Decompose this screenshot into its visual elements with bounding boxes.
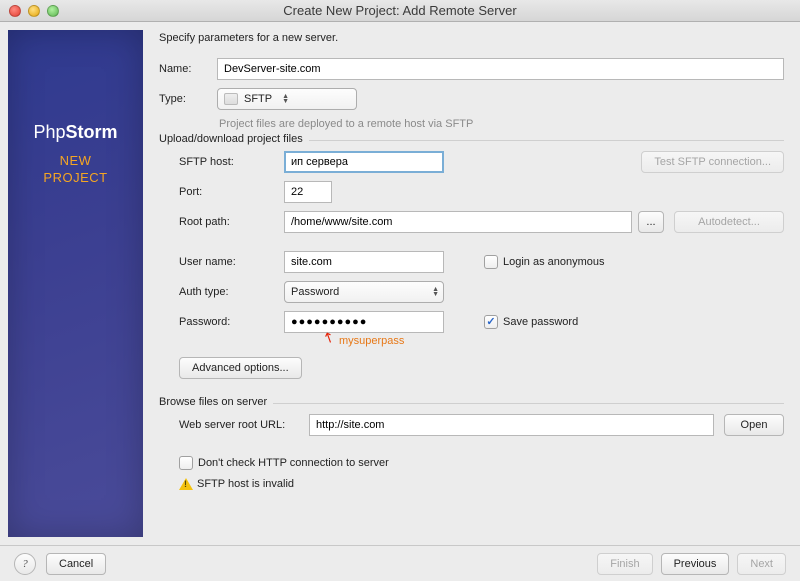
minimize-window-button[interactable] bbox=[28, 5, 40, 17]
sftp-host-label: SFTP host: bbox=[179, 156, 284, 168]
dialog-footer: ? Cancel Finish Previous Next bbox=[0, 545, 800, 581]
intro-text: Specify parameters for a new server. bbox=[159, 32, 784, 44]
dont-check-http-label: Don't check HTTP connection to server bbox=[198, 457, 389, 469]
login-anonymous-label: Login as anonymous bbox=[503, 256, 605, 268]
web-root-label: Web server root URL: bbox=[179, 419, 309, 431]
upload-section-label: Upload/download project files bbox=[159, 133, 309, 145]
type-label: Type: bbox=[159, 93, 217, 105]
wizard-step-title: NEW PROJECT bbox=[43, 153, 107, 187]
web-root-input[interactable] bbox=[309, 414, 714, 436]
type-select[interactable]: SFTP ▲▼ bbox=[217, 88, 357, 110]
wizard-sidebar: PhpStorm NEW PROJECT bbox=[8, 30, 143, 537]
type-select-value: SFTP bbox=[244, 93, 272, 105]
save-password-checkbox[interactable] bbox=[484, 315, 498, 329]
auth-type-select-value: Password bbox=[291, 286, 339, 298]
name-label: Name: bbox=[159, 63, 217, 75]
save-password-label: Save password bbox=[503, 316, 578, 328]
password-input[interactable] bbox=[284, 311, 444, 333]
help-button[interactable]: ? bbox=[14, 553, 36, 575]
port-label: Port: bbox=[179, 186, 284, 198]
advanced-options-button[interactable]: Advanced options... bbox=[179, 357, 302, 379]
test-connection-button[interactable]: Test SFTP connection... bbox=[641, 151, 784, 173]
upload-section: Upload/download project files SFTP host:… bbox=[159, 140, 784, 379]
next-button[interactable]: Next bbox=[737, 553, 786, 575]
browse-section: Browse files on server Web server root U… bbox=[159, 403, 784, 490]
root-path-input[interactable] bbox=[284, 211, 632, 233]
autodetect-button[interactable]: Autodetect... bbox=[674, 211, 784, 233]
open-button[interactable]: Open bbox=[724, 414, 784, 436]
name-input[interactable] bbox=[217, 58, 784, 80]
close-window-button[interactable] bbox=[9, 5, 21, 17]
phpstorm-logo: PhpStorm bbox=[33, 122, 117, 143]
auth-type-label: Auth type: bbox=[179, 286, 284, 298]
select-arrows-icon: ▲▼ bbox=[282, 94, 289, 104]
port-input[interactable] bbox=[284, 181, 332, 203]
titlebar: Create New Project: Add Remote Server bbox=[0, 0, 800, 22]
cancel-button[interactable]: Cancel bbox=[46, 553, 106, 575]
browse-section-label: Browse files on server bbox=[159, 396, 273, 408]
user-name-input[interactable] bbox=[284, 251, 444, 273]
traffic-lights bbox=[9, 5, 59, 17]
login-anonymous-checkbox[interactable] bbox=[484, 255, 498, 269]
dont-check-http-checkbox[interactable] bbox=[179, 456, 193, 470]
finish-button[interactable]: Finish bbox=[597, 553, 652, 575]
user-name-label: User name: bbox=[179, 256, 284, 268]
warning-icon bbox=[179, 478, 193, 490]
sftp-host-input[interactable] bbox=[284, 151, 444, 173]
select-arrows-icon: ▲▼ bbox=[432, 287, 439, 297]
root-path-label: Root path: bbox=[179, 216, 284, 228]
password-label: Password: bbox=[179, 316, 284, 328]
server-type-icon bbox=[224, 93, 238, 105]
password-annotation: mysuperpass bbox=[339, 335, 404, 347]
previous-button[interactable]: Previous bbox=[661, 553, 730, 575]
type-hint: Project files are deployed to a remote h… bbox=[219, 118, 784, 130]
zoom-window-button[interactable] bbox=[47, 5, 59, 17]
auth-type-select[interactable]: Password ▲▼ bbox=[284, 281, 444, 303]
warning-text: SFTP host is invalid bbox=[197, 478, 294, 490]
browse-root-button[interactable]: ... bbox=[638, 211, 664, 233]
window-title: Create New Project: Add Remote Server bbox=[0, 3, 800, 18]
